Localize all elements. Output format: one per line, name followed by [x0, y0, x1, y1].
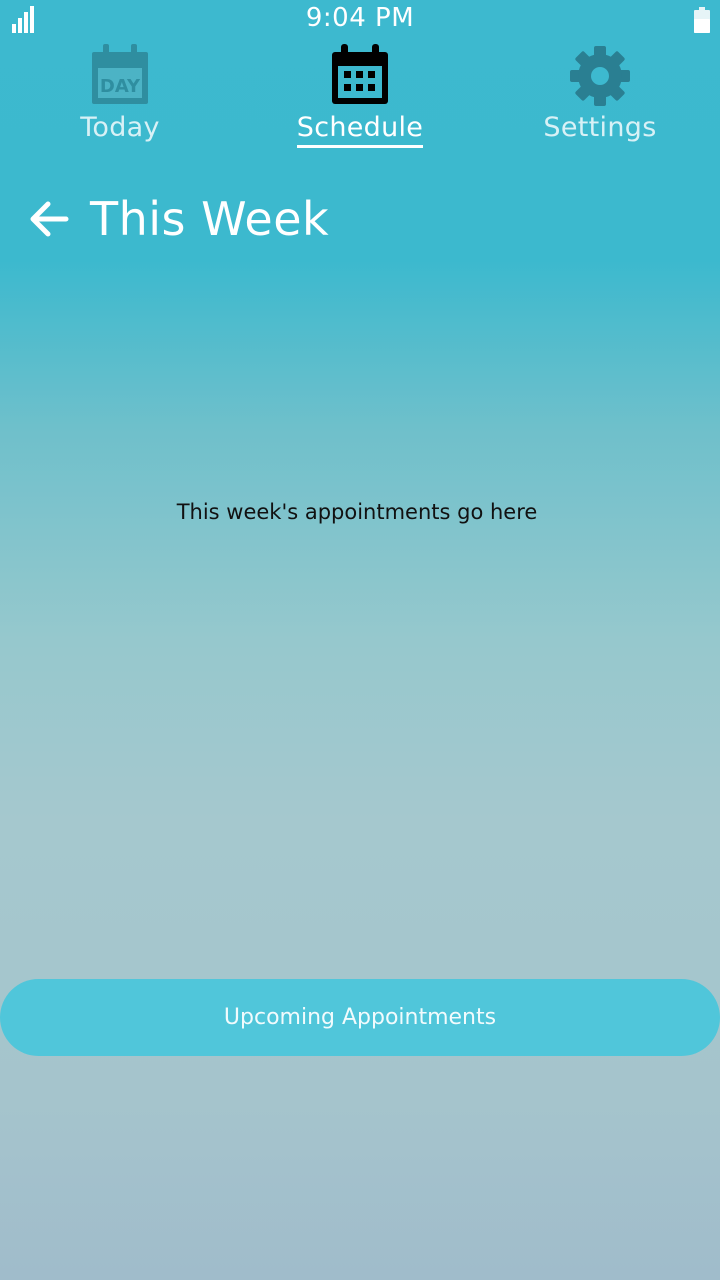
svg-text:DAY: DAY [100, 76, 141, 97]
gear-icon [570, 46, 630, 106]
status-time: 9:04 PM [305, 3, 415, 33]
tab-settings[interactable]: Settings [480, 42, 720, 162]
arrow-left-icon [30, 201, 69, 237]
back-button[interactable] [26, 196, 72, 242]
battery-icon [694, 7, 710, 33]
status-bar: 9:04 PM [0, 0, 720, 40]
tab-label: Settings [543, 112, 657, 143]
calendar-day-icon: DAY [92, 44, 148, 104]
appointments-placeholder: This week's appointments go here [176, 500, 538, 524]
upcoming-appointments-button[interactable]: Upcoming Appointments [0, 979, 720, 1056]
tab-label: Schedule [296, 112, 424, 148]
tab-label: Today [80, 112, 160, 143]
calendar-week-icon [332, 44, 388, 104]
tab-today[interactable]: DAY Today [0, 42, 240, 162]
page-title: This Week [90, 192, 330, 246]
tab-schedule[interactable]: Schedule [240, 42, 480, 162]
